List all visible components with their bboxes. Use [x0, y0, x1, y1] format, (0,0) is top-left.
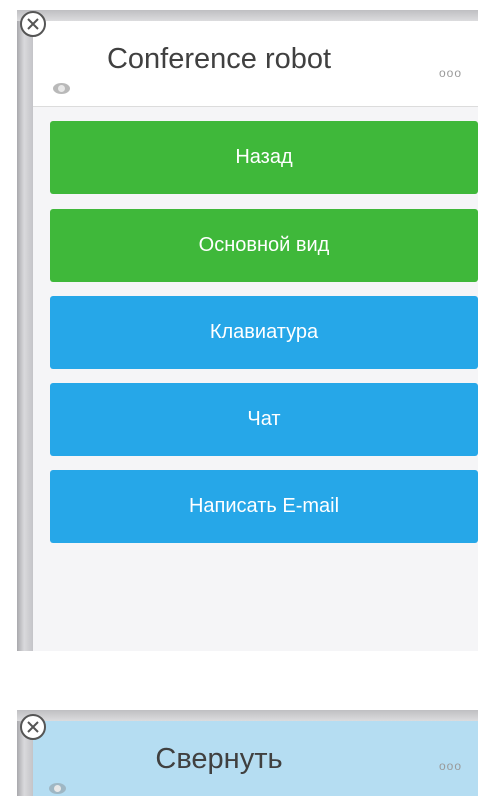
- keyboard-button[interactable]: Клавиатура: [50, 296, 478, 369]
- collapse-title: Свернуть: [155, 743, 283, 775]
- widget-panel: Conference robot ooo Назад Основной вид …: [33, 21, 478, 651]
- more-options-icon[interactable]: ooo: [439, 66, 462, 80]
- widget-frame-top: [17, 710, 478, 721]
- header-divider: [33, 106, 478, 107]
- conference-robot-widget: Conference robot ooo Назад Основной вид …: [0, 0, 478, 660]
- close-icon[interactable]: [20, 714, 46, 740]
- widget-title: Conference robot: [106, 43, 332, 75]
- eye-icon[interactable]: [53, 83, 70, 94]
- widget-header: Conference robot ooo: [33, 21, 478, 106]
- main-view-button[interactable]: Основной вид: [50, 209, 478, 282]
- chat-button[interactable]: Чат: [50, 383, 478, 456]
- more-options-icon[interactable]: ooo: [439, 759, 462, 773]
- widget-frame-top: [17, 10, 478, 21]
- collapsed-widget: Свернуть ooo: [0, 700, 478, 796]
- email-button[interactable]: Написать E-mail: [50, 470, 478, 543]
- eye-icon[interactable]: [49, 783, 66, 794]
- back-button[interactable]: Назад: [50, 121, 478, 194]
- close-icon[interactable]: [20, 11, 46, 37]
- widget-frame-left[interactable]: [17, 21, 33, 651]
- collapse-button[interactable]: Свернуть ooo: [33, 721, 478, 796]
